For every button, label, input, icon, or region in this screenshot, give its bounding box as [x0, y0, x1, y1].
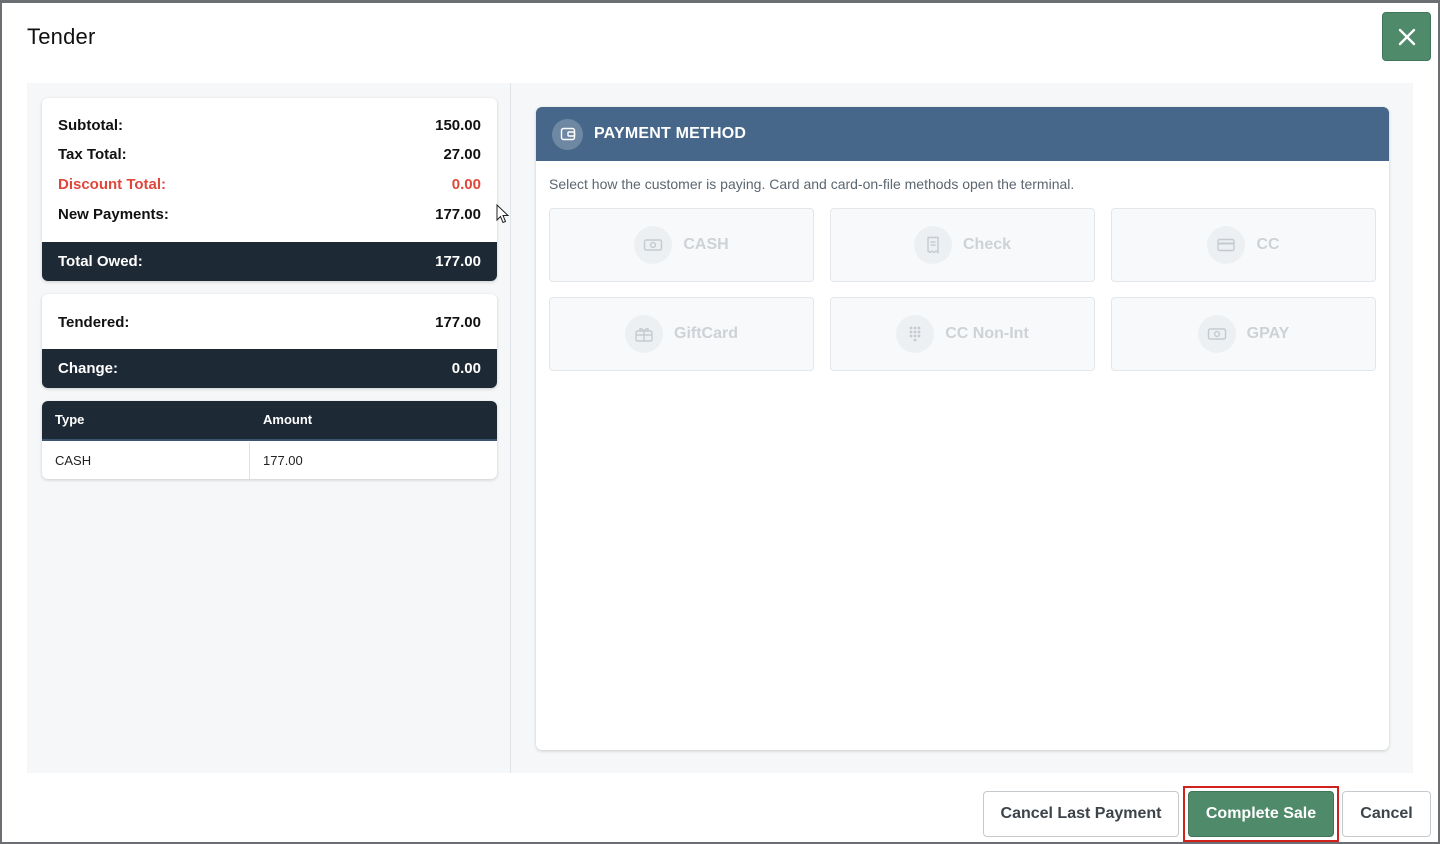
- cancel-last-payment-button[interactable]: Cancel Last Payment: [983, 791, 1179, 837]
- total-owed-label: Total Owed:: [58, 253, 143, 270]
- method-cc-non-int-button[interactable]: CC Non-Int: [830, 297, 1095, 371]
- method-label: CC Non-Int: [945, 325, 1029, 342]
- change-value: 0.00: [451, 360, 481, 377]
- table-row[interactable]: CASH 177.00: [42, 442, 497, 479]
- tendered-card: Tendered: 177.00 Change: 0.00: [42, 294, 497, 388]
- method-label: GiftCard: [674, 325, 738, 342]
- tendered-value: 177.00: [435, 314, 481, 331]
- dialog-title: Tender: [27, 24, 96, 49]
- method-check-button[interactable]: Check: [830, 208, 1095, 282]
- payment-amount-cell: 177.00: [263, 453, 303, 468]
- tax-total-row: Tax Total: 27.00: [58, 146, 481, 163]
- method-label: GPAY: [1246, 325, 1290, 342]
- method-label: CASH: [683, 236, 729, 253]
- tax-total-value: 27.00: [443, 146, 481, 163]
- method-label: Check: [962, 236, 1012, 253]
- discount-total-label: Discount Total:: [58, 176, 167, 193]
- new-payments-value: 177.00: [435, 206, 481, 223]
- subtotal-label: Subtotal:: [58, 117, 123, 134]
- complete-sale-button[interactable]: Complete Sale: [1188, 791, 1334, 837]
- gift-card-icon: [625, 315, 663, 353]
- check-receipt-icon: [913, 226, 952, 264]
- column-header-amount: Amount: [263, 412, 313, 427]
- discount-total-row: Discount Total: 0.00: [58, 176, 481, 193]
- new-payments-row: New Payments: 177.00: [58, 206, 481, 223]
- close-icon: [1398, 28, 1415, 45]
- total-owed-row: Total Owed: 177.00: [42, 242, 497, 281]
- close-button[interactable]: [1382, 12, 1431, 61]
- method-gpay-button[interactable]: GPAY: [1111, 297, 1376, 371]
- cancel-button[interactable]: Cancel: [1342, 791, 1431, 837]
- payment-type-cell: CASH: [55, 453, 92, 468]
- totals-summary-card: Subtotal: 150.00 Tax Total: 27.00 Discou…: [42, 98, 497, 281]
- payments-table: Type Amount CASH 177.00: [42, 401, 497, 479]
- tax-total-label: Tax Total:: [58, 146, 127, 163]
- wallet-icon: [552, 118, 583, 150]
- payment-method-header: PAYMENT METHOD: [536, 107, 1389, 161]
- column-header-type: Type: [55, 412, 85, 427]
- keypad-icon: [896, 315, 935, 353]
- method-giftcard-button[interactable]: GiftCard: [549, 297, 814, 371]
- tendered-label: Tendered:: [58, 314, 130, 331]
- payment-method-title: PAYMENT METHOD: [594, 125, 747, 142]
- method-cc-button[interactable]: CC: [1111, 208, 1376, 282]
- mouse-cursor-icon: [496, 204, 510, 224]
- total-owed-value: 177.00: [435, 253, 481, 270]
- subtotal-value: 150.00: [435, 117, 481, 134]
- credit-card-icon: [1207, 226, 1246, 264]
- change-row: Change: 0.00: [42, 349, 497, 388]
- tendered-row: Tendered: 177.00: [58, 314, 481, 331]
- panel-divider: [510, 83, 511, 773]
- payment-method-panel: PAYMENT METHOD Select how the customer i…: [536, 107, 1389, 750]
- method-cash-button[interactable]: CASH: [549, 208, 814, 282]
- subtotal-row: Subtotal: 150.00: [58, 117, 481, 134]
- column-divider: [249, 442, 250, 479]
- change-label: Change:: [58, 360, 118, 377]
- wallet-cash-icon: [1197, 315, 1236, 353]
- discount-total-value: 0.00: [451, 176, 481, 193]
- cash-icon: [634, 226, 673, 264]
- table-header: Type Amount: [42, 401, 497, 441]
- method-label: CC: [1256, 236, 1280, 253]
- new-payments-label: New Payments:: [58, 206, 169, 223]
- payment-method-hint: Select how the customer is paying. Card …: [549, 176, 1075, 192]
